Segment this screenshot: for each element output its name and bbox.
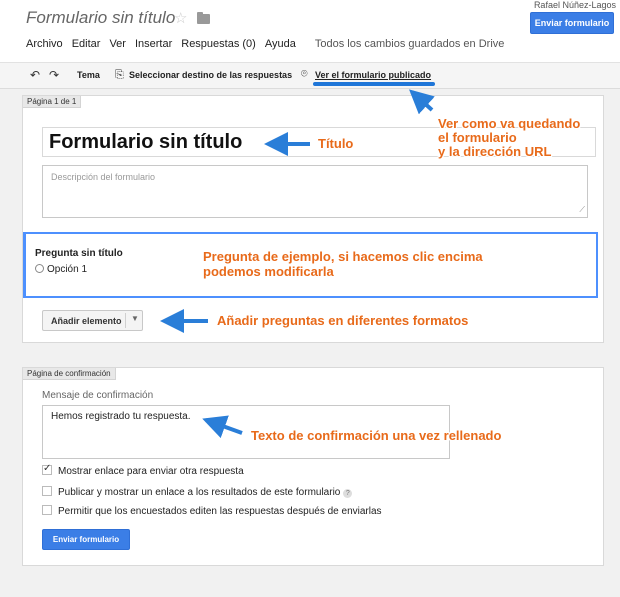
annotation-view-line3: y la dirección URL <box>438 144 552 159</box>
menu-respuestas[interactable]: Respuestas (0) <box>181 38 256 52</box>
question-option: Opción 1 <box>35 264 87 275</box>
annotation-view-line2: el formulario <box>438 130 517 145</box>
send-form-button-bottom[interactable]: Enviar formulario <box>42 529 130 550</box>
chevron-down-icon[interactable]: ▼ <box>131 314 139 323</box>
menu-insertar[interactable]: Insertar <box>135 38 172 52</box>
option-label: Mostrar enlace para enviar otra respuest… <box>58 466 244 477</box>
undo-icon[interactable]: ↶ <box>30 68 40 82</box>
checkbox-icon[interactable] <box>42 505 52 515</box>
option-publish-results[interactable]: Publicar y mostrar un enlace a los resul… <box>42 486 353 498</box>
menu-ver[interactable]: Ver <box>109 38 126 52</box>
annotation-view-line1: Ver como va quedando <box>438 116 581 131</box>
confirmation-label: Mensaje de confirmación <box>42 390 154 401</box>
option-show-link[interactable]: Mostrar enlace para enviar otra respuest… <box>42 463 244 477</box>
help-icon[interactable]: ? <box>343 489 353 498</box>
user-name[interactable]: Rafael Núñez-Lagos <box>534 0 616 10</box>
save-status: Todos los cambios guardados en Drive <box>314 38 505 50</box>
option-label: Publicar y mostrar un enlace a los resul… <box>58 487 341 498</box>
theme-button[interactable]: Tema <box>77 70 100 80</box>
view-published-link[interactable]: Ver el formulario publicado <box>315 70 431 80</box>
annotation-question-line2: podemos modificarla <box>203 264 334 279</box>
annotation-add: Añadir preguntas en diferentes formatos <box>217 313 469 328</box>
confirmation-tab: Página de confirmación <box>23 368 116 380</box>
highlight-underline <box>313 82 435 86</box>
annotation-title: Título <box>318 136 354 151</box>
add-item-button[interactable]: Añadir elemento ▼ <box>42 310 143 331</box>
annotation-question-line1: Pregunta de ejemplo, si hacemos clic enc… <box>203 249 483 264</box>
description-placeholder: Descripción del formulario <box>51 172 156 182</box>
annotation-confirm: Texto de confirmación una vez rellenado <box>251 428 502 443</box>
document-title[interactable]: Formulario sin título <box>26 8 175 28</box>
checkbox-icon[interactable] <box>42 486 52 496</box>
option-label: Permitir que los encuestados editen las … <box>58 506 382 517</box>
menu-ayuda[interactable]: Ayuda <box>265 38 296 52</box>
menu-bar: Archivo Editar Ver Insertar Respuestas (… <box>26 38 513 52</box>
question-title: Pregunta sin título <box>35 248 123 259</box>
option-allow-edit[interactable]: Permitir que los encuestados editen las … <box>42 505 382 517</box>
menu-editar[interactable]: Editar <box>72 38 101 52</box>
option-label: Opción 1 <box>47 264 88 275</box>
form-description-input[interactable]: Descripción del formulario ⟋ <box>42 165 588 218</box>
folder-icon[interactable] <box>197 12 210 24</box>
resize-handle-icon[interactable]: ⟋ <box>579 205 585 215</box>
menu-archivo[interactable]: Archivo <box>26 38 63 52</box>
page-tab: Página 1 de 1 <box>23 96 82 108</box>
header-bar: Formulario sin título ☆ Rafael Núñez-Lag… <box>0 0 620 62</box>
add-item-label: Añadir elemento <box>51 316 122 326</box>
checkbox-checked-icon[interactable] <box>42 463 52 475</box>
star-icon[interactable]: ☆ <box>174 9 187 27</box>
toolbar: ↶ ↷ Tema ⎘ Seleccionar destino de las re… <box>0 62 620 89</box>
globe-icon: ⌾ <box>301 68 308 80</box>
button-divider <box>125 313 126 328</box>
redo-icon[interactable]: ↷ <box>49 68 59 82</box>
destination-button[interactable]: Seleccionar destino de las respuestas <box>129 70 292 80</box>
export-icon: ⎘ <box>115 69 124 81</box>
radio-icon[interactable] <box>35 264 44 273</box>
send-form-button[interactable]: Enviar formulario <box>530 12 614 34</box>
